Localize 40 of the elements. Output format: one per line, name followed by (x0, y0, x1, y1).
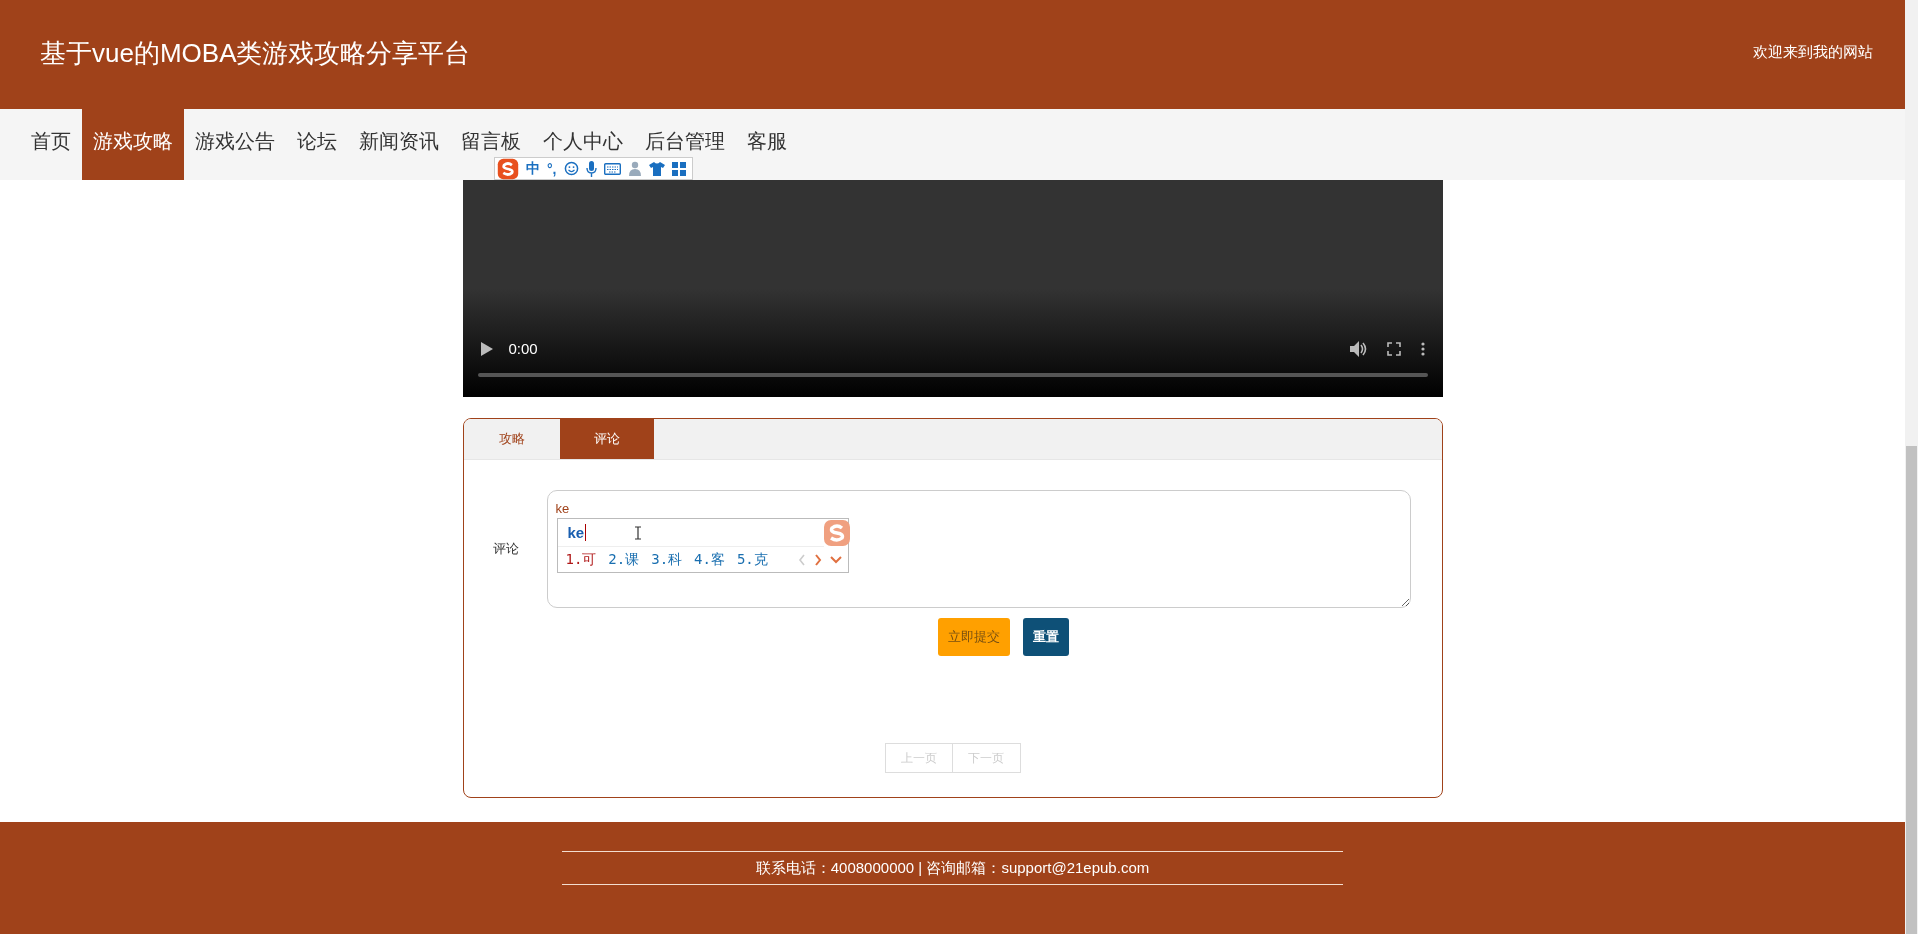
nav-link[interactable]: 论坛 (286, 127, 348, 156)
nav-link[interactable]: 客服 (736, 127, 798, 156)
fullscreen-icon[interactable] (1386, 341, 1401, 356)
ime-composition: ke (567, 524, 587, 541)
text-cursor-icon (634, 525, 643, 540)
nav-link[interactable]: 首页 (20, 127, 82, 156)
volume-icon[interactable] (1349, 340, 1367, 357)
keyboard-icon[interactable] (603, 162, 621, 175)
microphone-icon[interactable] (585, 160, 597, 177)
site-title: 基于vue的MOBA类游戏攻略分享平台 (40, 37, 471, 70)
submit-button[interactable]: 立即提交 (937, 618, 1010, 656)
ime-candidate[interactable]: 5.克 (736, 550, 768, 569)
nav-link[interactable]: 留言板 (450, 127, 532, 156)
nav-link[interactable]: 后台管理 (634, 127, 736, 156)
comment-label: 评论 (491, 540, 520, 558)
ime-candidate[interactable]: 4.客 (694, 550, 725, 569)
contact-text: 联系电话：4008000000 | 咨询邮箱：support@21epub.com (755, 858, 1150, 878)
grid-icon[interactable] (671, 161, 686, 176)
expand-icon[interactable] (829, 555, 842, 564)
reset-button[interactable]: 重置 (1022, 618, 1069, 656)
ime-candidate[interactable]: 3.科 (651, 550, 683, 569)
welcome-text: 欢迎来到我的网站 (1753, 43, 1873, 62)
nav-link[interactable]: 游戏公告 (184, 127, 286, 156)
ime-candidate[interactable]: 2.课 (608, 550, 640, 569)
next-page-icon[interactable] (813, 553, 822, 566)
ime-logo-icon[interactable] (497, 157, 519, 180)
tab[interactable]: 评论 (559, 419, 654, 459)
nav-link[interactable]: 新闻资讯 (348, 127, 450, 156)
shirt-icon[interactable] (648, 161, 665, 176)
nav-link[interactable]: 游戏攻略 (82, 109, 184, 180)
video-time: 0:00 (508, 340, 538, 357)
play-icon[interactable] (480, 341, 493, 356)
tab[interactable]: 攻略 (463, 419, 560, 459)
more-icon[interactable] (1420, 341, 1425, 356)
video-player[interactable]: 0:00 (462, 180, 1443, 397)
input-mode-toggle[interactable]: 中 (526, 159, 540, 178)
nav-link[interactable]: 个人中心 (532, 127, 634, 156)
punctuation-toggle[interactable]: °, (547, 160, 557, 177)
ime-candidate[interactable]: 1.可 (565, 550, 597, 569)
smiley-icon[interactable] (563, 161, 579, 176)
